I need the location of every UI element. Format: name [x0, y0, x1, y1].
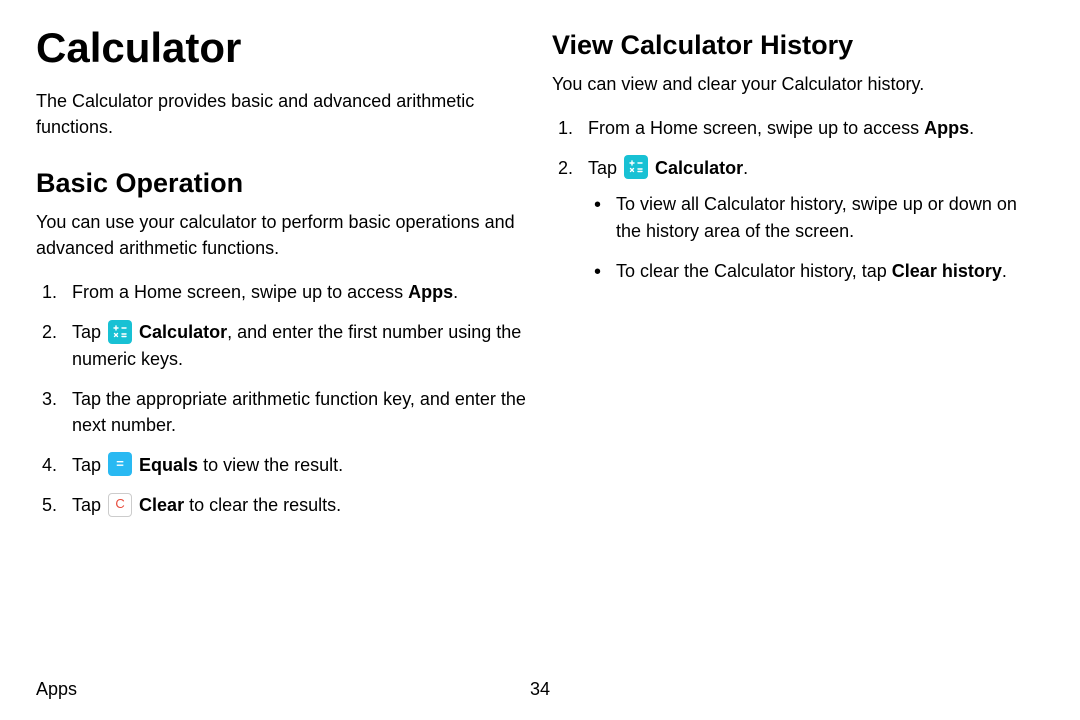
- step-text: Tap: [72, 322, 106, 342]
- intro-text: The Calculator provides basic and advanc…: [36, 88, 528, 140]
- step-text: Tap: [72, 495, 106, 515]
- step-item: Tap C Clear to clear the results.: [36, 492, 528, 518]
- step-text: .: [969, 118, 974, 138]
- bullet-text: To clear the Calculator history, tap: [616, 261, 892, 281]
- step-text: From a Home screen, swipe up to access: [588, 118, 924, 138]
- bullet-text: .: [1002, 261, 1007, 281]
- step-item: Tap the appropriate arithmetic function …: [36, 386, 528, 438]
- step-text: to clear the results.: [184, 495, 341, 515]
- bold-clear: Clear: [139, 495, 184, 515]
- history-heading: View Calculator History: [552, 30, 1044, 61]
- step-text: .: [743, 158, 748, 178]
- footer: Apps 34: [36, 679, 1044, 700]
- bold-calculator: Calculator: [139, 322, 227, 342]
- calculator-icon: [108, 320, 132, 344]
- step-text: Tap: [588, 158, 622, 178]
- step-item: Tap Calculator, and enter the first numb…: [36, 319, 528, 371]
- page-number: 34: [530, 679, 550, 700]
- step-text: Tap the appropriate arithmetic function …: [72, 389, 526, 435]
- calculator-icon: [624, 155, 648, 179]
- two-column-layout: Calculator The Calculator provides basic…: [36, 24, 1044, 533]
- bullet-item: To clear the Calculator history, tap Cle…: [588, 258, 1044, 284]
- bold-calculator: Calculator: [655, 158, 743, 178]
- bold-equals: Equals: [139, 455, 198, 475]
- right-column: View Calculator History You can view and…: [552, 24, 1044, 533]
- history-steps: From a Home screen, swipe up to access A…: [552, 115, 1044, 284]
- history-sub-bullets: To view all Calculator history, swipe up…: [588, 191, 1044, 283]
- step-item: Tap Calculator. To view all Calculator h…: [552, 155, 1044, 284]
- bullet-item: To view all Calculator history, swipe up…: [588, 191, 1044, 243]
- footer-section-label: Apps: [36, 679, 77, 700]
- step-item: Tap = Equals to view the result.: [36, 452, 528, 478]
- bold-clear-history: Clear history: [892, 261, 1002, 281]
- clear-icon: C: [108, 493, 132, 517]
- bullet-text: To view all Calculator history, swipe up…: [616, 194, 1017, 240]
- left-column: Calculator The Calculator provides basic…: [36, 24, 528, 533]
- step-text: .: [453, 282, 458, 302]
- bold-apps: Apps: [924, 118, 969, 138]
- basic-operation-steps: From a Home screen, swipe up to access A…: [36, 279, 528, 518]
- basic-operation-intro: You can use your calculator to perform b…: [36, 209, 528, 261]
- step-text: From a Home screen, swipe up to access: [72, 282, 408, 302]
- page-title: Calculator: [36, 24, 528, 72]
- step-item: From a Home screen, swipe up to access A…: [552, 115, 1044, 141]
- basic-operation-heading: Basic Operation: [36, 168, 528, 199]
- bold-apps: Apps: [408, 282, 453, 302]
- history-intro: You can view and clear your Calculator h…: [552, 71, 1044, 97]
- equals-icon: =: [108, 452, 132, 476]
- step-text: to view the result.: [198, 455, 343, 475]
- step-text: Tap: [72, 455, 106, 475]
- step-item: From a Home screen, swipe up to access A…: [36, 279, 528, 305]
